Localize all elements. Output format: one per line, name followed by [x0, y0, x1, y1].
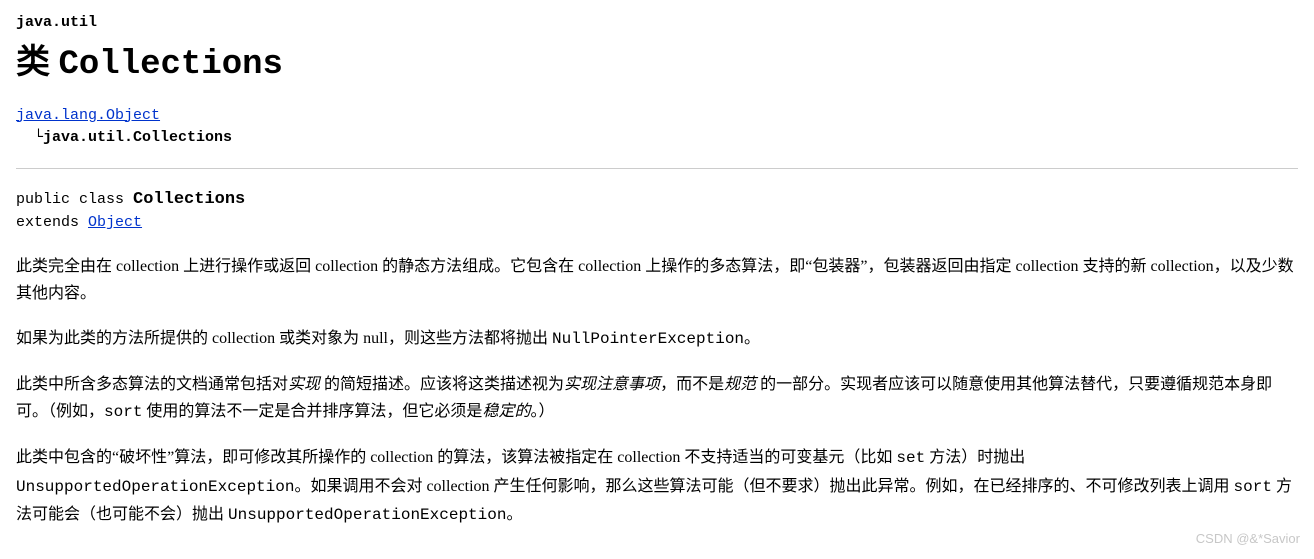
paragraph-2: 如果为此类的方法所提供的 collection 或类对象为 null，则这些方法… [16, 325, 1298, 353]
para3-t6: 。） [530, 403, 554, 420]
para3-i2: 实现注意事项 [564, 376, 660, 393]
para2-t2: 。 [744, 330, 760, 347]
paragraph-1: 此类完全由在 collection 上进行操作或返回 collection 的静… [16, 253, 1298, 307]
paragraph-3: 此类中所含多态算法的文档通常包括对实现 的简短描述。应该将这类描述视为实现注意事… [16, 371, 1298, 426]
class-title-prefix: 类 [16, 44, 59, 81]
para3-code1: sort [104, 403, 142, 421]
class-title-name: Collections [59, 46, 283, 84]
para4-t5: 。 [506, 506, 522, 523]
para4-t2: 方法）时抛出 [925, 449, 1025, 466]
class-signature: public class Collections extends Object [16, 187, 1298, 235]
class-title: 类 Collections [16, 37, 1298, 91]
para3-t5: 使用的算法不一定是合并排序算法，但它必须是 [142, 403, 482, 420]
para3-i3: 规范 [724, 376, 756, 393]
sig-class-name: Collections [133, 190, 245, 209]
para4-t3: 。如果调用不会对 collection 产生任何影响，那么这些算法可能（但不要求… [294, 478, 1233, 495]
tree-angle-icon: └ [34, 129, 43, 146]
para3-t2: 的简短描述。应该将这类描述视为 [320, 376, 564, 393]
para3-t1: 此类中所含多态算法的文档通常包括对 [16, 376, 288, 393]
para3-i4: 稳定的 [482, 403, 530, 420]
sig-modifiers: public class [16, 191, 133, 208]
para3-i1: 实现 [288, 376, 320, 393]
para1-text: 此类完全由在 collection 上进行操作或返回 collection 的静… [16, 258, 1294, 302]
inheritance-parent-link[interactable]: java.lang.Object [16, 107, 160, 124]
divider [16, 168, 1298, 169]
para3-t3: ，而不是 [660, 376, 724, 393]
para4-code2: UnsupportedOperationException [16, 478, 294, 496]
para4-code1: set [896, 449, 925, 467]
watermark: CSDN @&*Savior [1196, 529, 1300, 549]
para2-code1: NullPointerException [552, 330, 744, 348]
package-name: java.util [16, 12, 1298, 35]
sig-extends-label: extends [16, 214, 88, 231]
para2-t1: 如果为此类的方法所提供的 collection 或类对象为 null，则这些方法… [16, 330, 552, 347]
inheritance-tree: java.lang.Object └java.util.Collections [16, 105, 1298, 150]
paragraph-4: 此类中包含的“破坏性”算法，即可修改其所操作的 collection 的算法，该… [16, 444, 1298, 529]
sig-extends-link[interactable]: Object [88, 214, 142, 231]
inheritance-child: java.util.Collections [43, 129, 232, 146]
para4-t1: 此类中包含的“破坏性”算法，即可修改其所操作的 collection 的算法，该… [16, 449, 896, 466]
para4-code4: UnsupportedOperationException [228, 506, 506, 524]
para4-code3: sort [1234, 478, 1272, 496]
